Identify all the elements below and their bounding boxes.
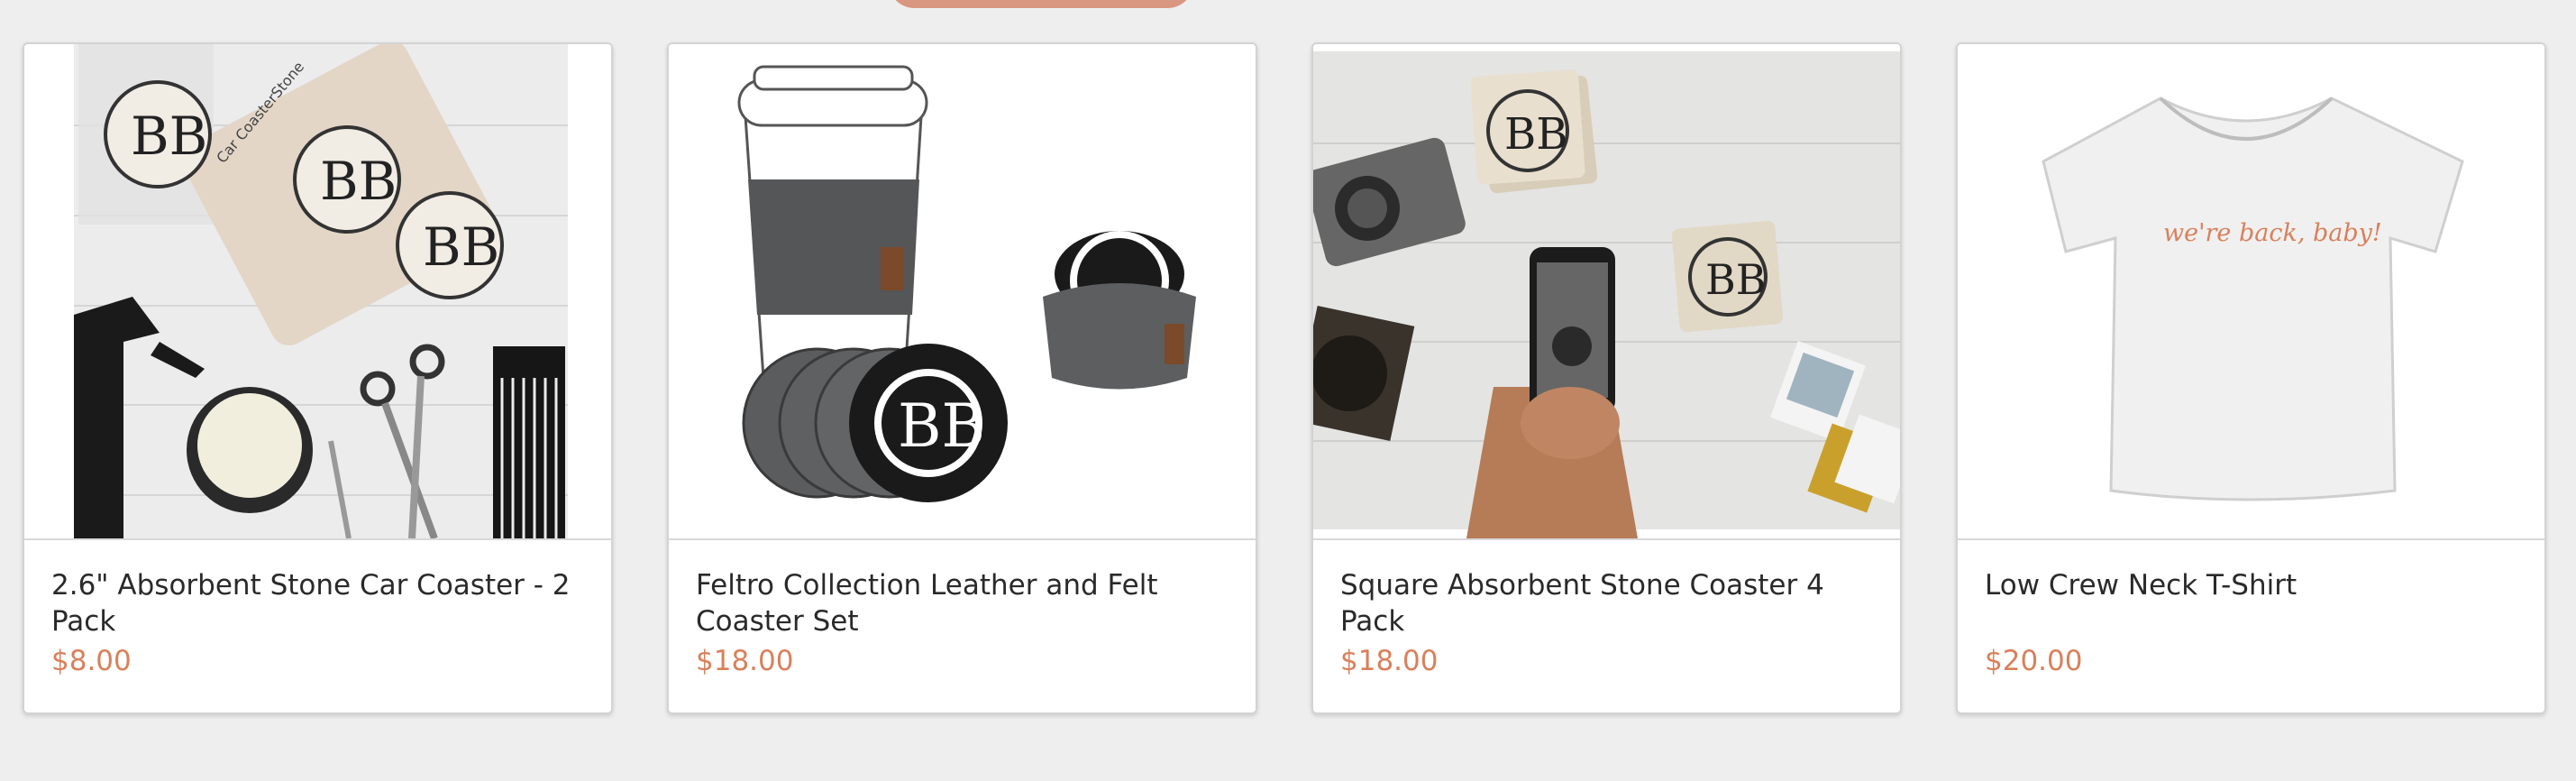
product-image[interactable]: we're back, baby! (1958, 44, 2544, 540)
product-image[interactable]: BB (669, 44, 1256, 540)
brand-mark: BB (1705, 255, 1767, 304)
product-card[interactable]: BB Feltro Collection Leather and Felt Co… (667, 42, 1257, 714)
brand-mark: BB (131, 106, 207, 167)
product-card[interactable]: Car CoasterStone BB BB BB 2.6" Absorbent… (23, 42, 613, 714)
top-tab-button[interactable] (888, 0, 1194, 8)
brand-mark: BB (423, 216, 499, 278)
product-title[interactable]: Square Absorbent Stone Coaster 4 Pack (1340, 567, 1873, 639)
product-price: $18.00 (1340, 645, 1439, 677)
product-card[interactable]: BB BB Square Absorbent Stone Coaster 4 P… (1311, 42, 1902, 714)
product-price: $8.00 (51, 645, 132, 677)
product-title[interactable]: Low Crew Neck T-Shirt (1985, 567, 2517, 639)
brand-mark: BB (320, 151, 397, 212)
brand-mark: BB (898, 391, 985, 461)
product-title[interactable]: 2.6" Absorbent Stone Car Coaster - 2 Pac… (51, 567, 584, 639)
brand-mark: BB (1504, 109, 1568, 160)
product-price: $18.00 (696, 645, 794, 677)
product-price: $20.00 (1985, 645, 2083, 677)
shirt-print: we're back, baby! (2163, 219, 2382, 247)
product-image[interactable]: BB BB (1313, 44, 1900, 540)
product-grid: Car CoasterStone BB BB BB 2.6" Absorbent… (23, 42, 2546, 714)
product-image[interactable]: Car CoasterStone BB BB BB (24, 44, 611, 540)
product-title[interactable]: Feltro Collection Leather and Felt Coast… (696, 567, 1229, 639)
product-card[interactable]: we're back, baby! Low Crew Neck T-Shirt … (1956, 42, 2546, 714)
